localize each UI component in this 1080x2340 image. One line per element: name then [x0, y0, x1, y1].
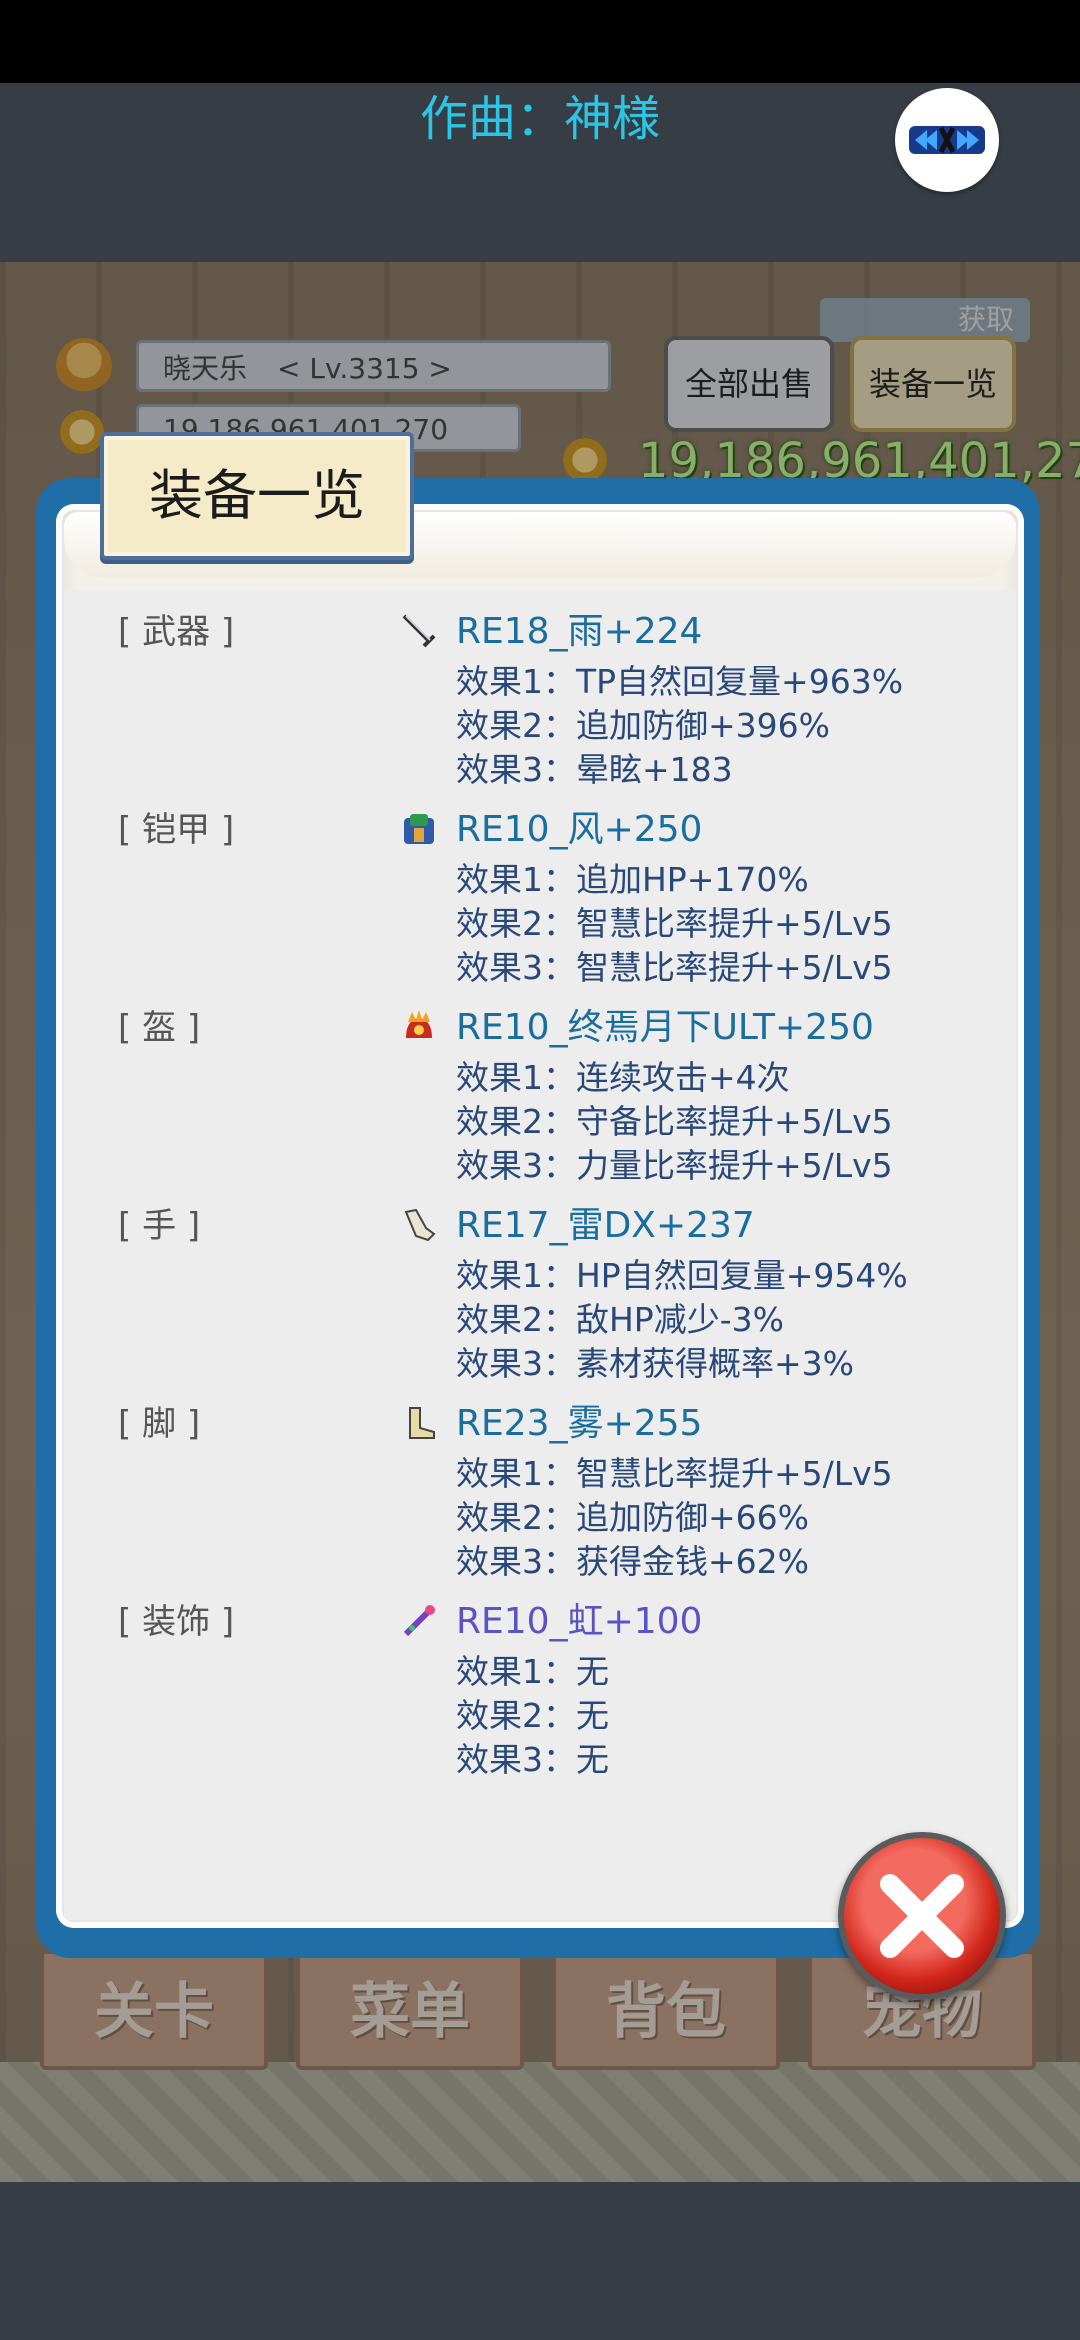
item-effect-2: 效果2：追加防御+66%: [456, 1498, 809, 1537]
item-effect-2: 效果2：守备比率提升+5/Lv5: [456, 1102, 893, 1141]
item-effect-3: 效果3：智慧比率提升+5/Lv5: [456, 948, 893, 987]
rewind-forward-icon: [909, 126, 985, 154]
item-effect-2: 效果2：智慧比率提升+5/Lv5: [456, 904, 893, 943]
accessory-icon: [400, 1602, 438, 1640]
playback-toggle-button[interactable]: [895, 88, 999, 192]
slot-label: [ 装饰 ]: [118, 1602, 235, 1642]
item-effect-1: 效果1：追加HP+170%: [456, 860, 809, 899]
boot-icon: [400, 1404, 438, 1442]
item-effect-3: 效果3：获得金钱+62%: [456, 1542, 809, 1581]
slot-label: [ 铠甲 ]: [118, 810, 235, 850]
item-effect-1: 效果1：HP自然回复量+954%: [456, 1256, 908, 1295]
equipment-slot-weapon: [ 武器 ] RE18_雨+224 效果1：TP自然回复量+963% 效果2：追…: [118, 604, 998, 794]
glove-icon: [400, 1206, 438, 1244]
item-effect-2: 效果2：无: [456, 1696, 609, 1735]
item-name: RE10_虹+100: [456, 1601, 703, 1642]
item-name: RE18_雨+224: [456, 611, 703, 652]
helmet-icon: [400, 1008, 438, 1046]
item-effect-3: 效果3：无: [456, 1740, 609, 1779]
item-effect-3: 效果3：力量比率提升+5/Lv5: [456, 1146, 893, 1185]
item-name: RE23_雾+255: [456, 1403, 703, 1444]
slot-label: [ 盔 ]: [118, 1008, 201, 1048]
item-effect-1: 效果1：连续攻击+4次: [456, 1058, 790, 1097]
equipment-slot-armor: [ 铠甲 ] RE10_风+250 效果1：追加HP+170% 效果2：智慧比率…: [118, 802, 998, 992]
item-effect-2: 效果2：追加防御+396%: [456, 706, 830, 745]
item-effect-1: 效果1：无: [456, 1652, 609, 1691]
item-effect-3: 效果3：素材获得概率+3%: [456, 1344, 854, 1383]
item-effect-2: 效果2：敌HP减少-3%: [456, 1300, 784, 1339]
status-bar: [0, 0, 1080, 83]
equipment-slot-foot: [ 脚 ] RE23_雾+255 效果1：智慧比率提升+5/Lv5 效果2：追加…: [118, 1396, 998, 1586]
modal-title: 装备一览: [100, 432, 414, 560]
slot-label: [ 手 ]: [118, 1206, 201, 1246]
equipment-slot-accessory: [ 装饰 ] RE10_虹+100 效果1：无 效果2：无 效果3：无: [118, 1594, 998, 1784]
item-name: RE17_雷DX+237: [456, 1205, 755, 1246]
slot-label: [ 脚 ]: [118, 1404, 201, 1444]
item-name: RE10_风+250: [456, 809, 703, 850]
armor-icon: [400, 810, 438, 848]
close-icon: [880, 1874, 964, 1958]
item-effect-3: 效果3：晕眩+183: [456, 750, 733, 789]
item-effect-1: 效果1：TP自然回复量+963%: [456, 662, 904, 701]
item-name: RE10_终焉月下ULT+250: [456, 1007, 874, 1048]
sword-icon: [400, 612, 438, 650]
close-button[interactable]: [838, 1832, 1006, 2000]
equipment-slot-helmet: [ 盔 ] RE10_终焉月下ULT+250 效果1：连续攻击+4次 效果2：守…: [118, 1000, 998, 1190]
equipment-slot-hand: [ 手 ] RE17_雷DX+237 效果1：HP自然回复量+954% 效果2：…: [118, 1198, 998, 1388]
item-effect-1: 效果1：智慧比率提升+5/Lv5: [456, 1454, 893, 1493]
slot-label: [ 武器 ]: [118, 612, 235, 652]
